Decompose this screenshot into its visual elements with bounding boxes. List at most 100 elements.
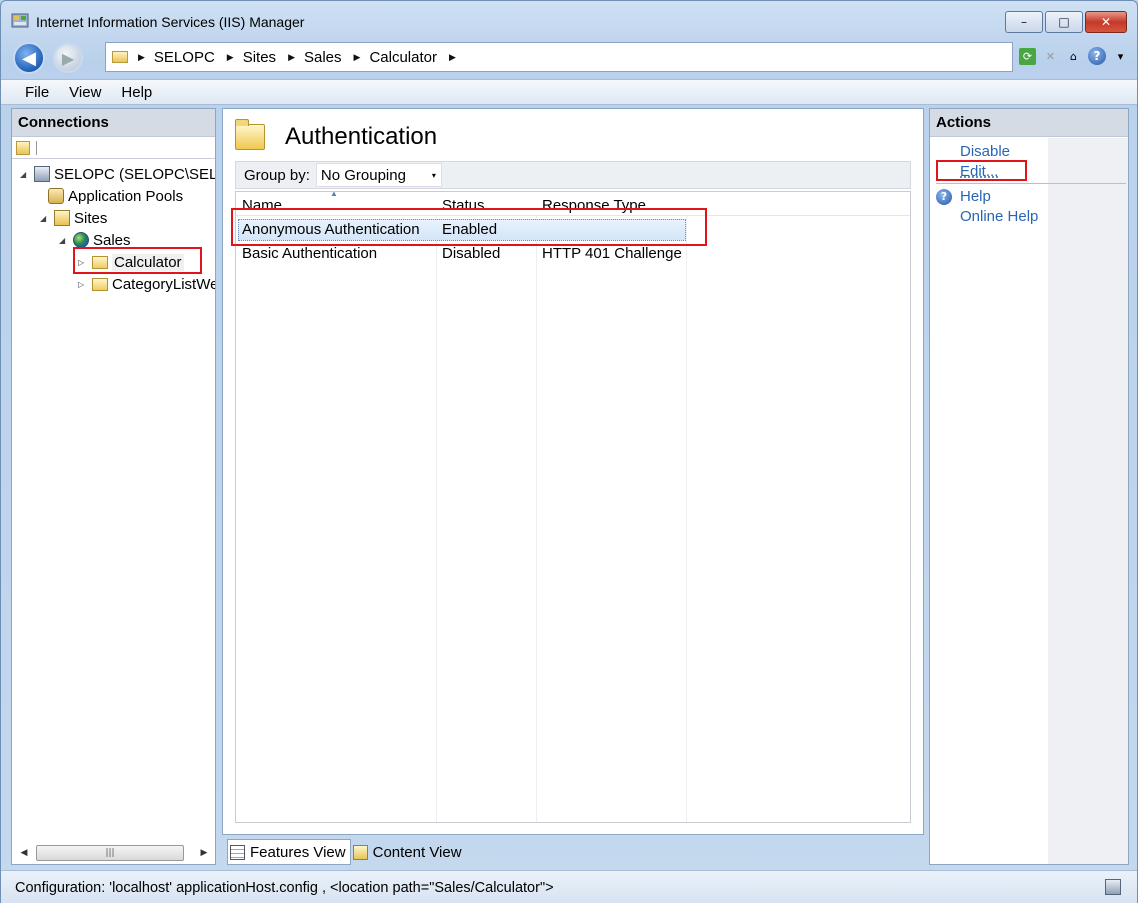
breadcrumb-arrow-icon[interactable]: ▶ (138, 52, 145, 63)
help-icon[interactable]: ? (1088, 47, 1106, 65)
sort-ascending-icon: ▲ (330, 191, 338, 198)
breadcrumb-calculator[interactable]: Calculator (369, 49, 437, 66)
actions-divider (936, 183, 1126, 184)
tab-content-view[interactable]: Content View (351, 839, 466, 865)
nav-toolbar: ⟳ ✕ ⌂ ? ▾ (1019, 47, 1129, 65)
iis-app-icon (11, 13, 29, 28)
connections-horizontal-scrollbar[interactable]: ◀ ||| ▶ (16, 844, 212, 862)
list-row-anonymous-authentication[interactable]: Anonymous Authentication Enabled (236, 218, 910, 242)
group-by-label: Group by: (244, 166, 310, 184)
list-header: ▲ Name Status Response Type (236, 192, 910, 216)
app-pools-icon (48, 188, 64, 204)
tree-label-sites: Sites (74, 209, 108, 227)
breadcrumb-arrow-icon[interactable]: ▶ (354, 52, 361, 63)
help-dropdown-icon[interactable]: ▾ (1112, 48, 1129, 65)
collapse-icon[interactable]: ◢ (40, 214, 50, 223)
expand-icon[interactable]: ▷ (78, 280, 88, 289)
column-divider (536, 192, 537, 822)
status-text: Configuration: 'localhost' applicationHo… (15, 879, 554, 896)
collapse-icon[interactable]: ◢ (59, 236, 69, 245)
breadcrumb-arrow-icon[interactable]: ▶ (449, 52, 456, 63)
group-by-bar: Group by: No Grouping ▾ (235, 161, 911, 189)
forward-arrow-icon: ▶ (61, 48, 75, 68)
column-divider (686, 192, 687, 822)
minimize-button[interactable]: – (1005, 11, 1043, 33)
sites-icon (54, 210, 70, 226)
menu-help[interactable]: Help (121, 84, 152, 101)
disable-action-link[interactable]: Disable (960, 143, 1010, 160)
toolbar-divider (36, 140, 37, 155)
maximize-button[interactable]: □ (1045, 11, 1083, 33)
tree-node-application-pools[interactable]: Application Pools (34, 186, 183, 206)
server-status-icon (1105, 879, 1121, 895)
breadcrumb: ▶ SELOPC ▶ Sites ▶ Sales ▶ Calculator ▶ (138, 49, 465, 66)
column-header-response-type[interactable]: Response Type (542, 197, 646, 214)
authentication-list: ▲ Name Status Response Type Anonymous Au… (235, 191, 911, 823)
folder-icon (92, 277, 108, 291)
tab-features-view-label: Features View (250, 843, 346, 861)
close-button[interactable]: ✕ (1085, 11, 1127, 33)
breadcrumb-sites[interactable]: Sites (243, 49, 276, 66)
back-arrow-icon: ◀ (22, 47, 36, 69)
globe-icon (73, 232, 89, 248)
folder-icon (112, 51, 128, 63)
forward-button[interactable]: ▶ (53, 43, 83, 73)
collapse-icon[interactable]: ◢ (20, 170, 30, 179)
view-tabs: Features View Content View (227, 839, 466, 865)
group-by-value: No Grouping (320, 166, 406, 184)
scroll-left-icon[interactable]: ◀ (16, 848, 32, 858)
help-icon: ? (936, 189, 952, 205)
column-divider (436, 192, 437, 822)
group-by-dropdown[interactable]: No Grouping ▾ (315, 163, 442, 187)
tree-label-sales: Sales (93, 231, 131, 249)
tab-content-view-label: Content View (372, 843, 462, 861)
scroll-right-icon[interactable]: ▶ (196, 848, 212, 858)
back-button[interactable]: ◀ (13, 42, 45, 74)
cell-status: Disabled (442, 245, 501, 262)
cell-status: Enabled (442, 221, 498, 238)
tree-label-application-pools: Application Pools (68, 187, 184, 205)
actions-header: Actions (930, 109, 1128, 137)
breadcrumb-arrow-icon[interactable]: ▶ (288, 52, 295, 63)
page-title: Authentication (285, 123, 438, 150)
menu-view[interactable]: View (69, 84, 101, 101)
scroll-thumb[interactable]: ||| (36, 845, 184, 861)
breadcrumb-selopc[interactable]: SELOPC (154, 49, 215, 66)
tree-label-server: SELOPC (SELOPC\SELO) (54, 165, 215, 183)
tab-features-view[interactable]: Features View (227, 839, 351, 865)
tree-node-calculator[interactable]: ▷ Calculator (78, 252, 184, 272)
home-icon[interactable]: ⌂ (1065, 48, 1082, 65)
iis-manager-window: Internet Information Services (IIS) Mana… (0, 0, 1138, 903)
chevron-down-icon: ▾ (431, 170, 436, 180)
stop-icon[interactable]: ✕ (1042, 48, 1059, 65)
tree-node-categorylistwe[interactable]: ▷ CategoryListWe (78, 274, 215, 294)
features-view-icon (230, 844, 245, 860)
list-row-basic-authentication[interactable]: Basic Authentication Disabled HTTP 401 C… (236, 242, 910, 266)
refresh-icon[interactable]: ⟳ (1019, 47, 1036, 65)
actions-panel: Actions Disable Edit... ? Help Online He… (929, 108, 1129, 865)
breadcrumb-arrow-icon[interactable]: ▶ (227, 52, 234, 63)
tree-node-sales[interactable]: ◢ Sales (59, 230, 131, 250)
expand-icon[interactable]: ▷ (78, 258, 88, 267)
column-header-status[interactable]: Status (442, 197, 485, 214)
server-icon (34, 166, 50, 182)
column-header-name[interactable]: Name (242, 197, 282, 214)
tree-label-categorylistwe: CategoryListWe (112, 275, 215, 293)
connections-toolbar (12, 137, 215, 159)
help-action-link[interactable]: Help (960, 188, 991, 205)
edit-action-link[interactable]: Edit... (960, 163, 998, 180)
menu-file[interactable]: File (25, 84, 49, 101)
tree-node-server[interactable]: ◢ SELOPC (SELOPC\SELO) (20, 164, 215, 184)
address-bar[interactable]: ▶ SELOPC ▶ Sites ▶ Sales ▶ Calculator ▶ (105, 42, 1013, 72)
create-connection-icon[interactable] (16, 140, 30, 155)
navigation-bar: ◀ ▶ ▶ SELOPC ▶ Sites ▶ Sales ▶ Calculato… (1, 39, 1137, 77)
folder-icon (92, 255, 108, 269)
authentication-folder-icon (235, 119, 265, 150)
connections-header: Connections (12, 109, 215, 137)
tree-node-sites[interactable]: ◢ Sites (40, 208, 107, 228)
online-help-action-link[interactable]: Online Help (960, 208, 1038, 225)
menu-bar: File View Help (1, 79, 1137, 105)
title-bar: Internet Information Services (IIS) Mana… (1, 1, 1137, 39)
cell-name: Basic Authentication (242, 245, 378, 262)
breadcrumb-sales[interactable]: Sales (304, 49, 342, 66)
